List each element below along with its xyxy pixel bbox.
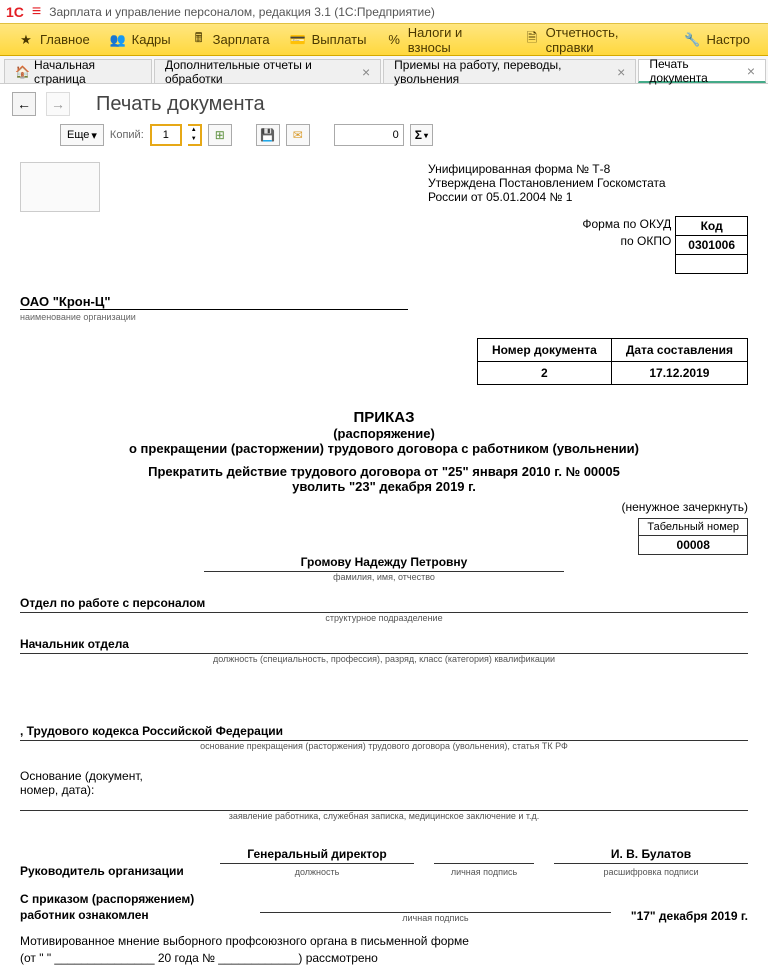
wrench-icon: 🔧 [684,32,700,48]
statement-1: Прекратить действие трудового договора о… [20,464,748,479]
tab-number-block: Табельный номер 00008 [638,518,748,555]
ack-date: "17" декабря 2019 г. [631,909,748,923]
legal-basis: , Трудового кодекса Российской Федерации [20,724,748,741]
close-icon[interactable]: × [362,64,370,80]
kod-labels: Форма по ОКУД по ОКПО [582,216,671,250]
menu-taxes[interactable]: % Налоги и взносы [376,24,514,55]
mgr-sign-caption: личная подпись [451,867,517,877]
more-button[interactable]: Еще ▾ [60,124,104,146]
table-edit-button[interactable]: ⊞ [208,124,232,146]
numeric-input[interactable] [334,124,404,146]
doc-number: 2 [477,362,611,385]
email-button[interactable]: ✉ [286,124,310,146]
okud-value: 0301006 [676,236,748,255]
manager-sign [434,847,534,864]
order-subtitle: (распоряжение) [20,426,748,441]
logo-1c: 1С [6,4,24,20]
menu-label: Выплаты [312,32,367,47]
home-icon: 🏠 [15,65,30,79]
people-icon: 👥 [110,32,126,48]
menu-label: Главное [40,32,90,47]
statement-2: уволить "23" декабря 2019 г. [20,479,748,494]
logo-placeholder [20,162,100,212]
sum-button[interactable]: Σ ▾ [410,124,433,146]
mgr-pos-caption: должность [295,867,340,877]
menu-label: Отчетность, справки [546,25,665,55]
tab-number: 00008 [638,535,748,555]
organization-caption: наименование организации [20,312,748,322]
name-caption: фамилия, имя, отчество [20,572,748,582]
mgr-name-caption: расшифровка подписи [604,867,699,877]
copies-label: Копий: [110,129,144,141]
tab-print[interactable]: Печать документа × [638,59,766,83]
menu-label: Кадры [132,32,171,47]
document-area: Унифицированная форма № Т-8 Утверждена П… [0,154,768,975]
tab-label: Дополнительные отчеты и обработки [165,58,358,86]
position: Начальник отдела [20,637,748,654]
copies-spinner[interactable]: ▲ ▼ [188,124,202,146]
basis-caption: основание прекращения (расторжения) труд… [20,741,748,751]
employee-name: Громову Надежду Петровну [204,555,564,572]
dept-caption: структурное подразделение [20,613,748,623]
tab-label: Печать документа [649,57,743,85]
back-button[interactable]: ← [12,92,36,116]
menu-main[interactable]: ★ Главное [8,24,100,55]
order-title: ПРИКАЗ [20,409,748,426]
union-row: Мотивированное мнение выборного профсоюз… [20,933,748,967]
osnovanie-label: Основание (документ, номер, дата): [20,769,748,797]
docnum-table: Номер документаДата составления 217.12.2… [477,338,748,385]
star-icon: ★ [18,32,34,48]
manager-label: Руководитель организации [20,864,200,878]
sigma-icon: Σ [415,128,422,142]
main-menu: ★ Главное 👥 Кадры 🖩 Зарплата 💳 Выплаты %… [0,24,768,56]
doc-icon: 🗎 [524,32,539,48]
menu-label: Зарплата [213,32,270,47]
calc-icon: 🖩 [191,32,207,48]
osnovanie-line [20,797,748,811]
manager-position: Генеральный директор [220,847,414,864]
chevron-down-icon: ▾ [424,131,428,140]
chevron-down-icon: ▾ [91,129,97,142]
position-caption: должность (специальность, профессия), ра… [20,654,748,664]
copies-input[interactable] [150,124,182,146]
form-standard-header: Унифицированная форма № Т-8 Утверждена П… [428,162,748,204]
ack-text: С приказом (распоряжением) работник озна… [20,892,240,923]
tabs-row: 🏠 Начальная страница Дополнительные отче… [0,56,768,84]
forward-button[interactable]: → [46,92,70,116]
manager-name: И. В. Булатов [554,847,748,864]
close-icon[interactable]: × [617,64,625,80]
menu-label: Настро [706,32,750,47]
ack-sign-line [260,899,611,913]
save-button[interactable]: 💾 [256,124,280,146]
doc-date: 17.12.2019 [611,362,747,385]
menu-zarplata[interactable]: 🖩 Зарплата [181,24,280,55]
kod-table: Код 0301006 [675,216,748,274]
menu-vyplaty[interactable]: 💳 Выплаты [280,24,377,55]
page-title: Печать документа [96,93,265,116]
tab-home[interactable]: 🏠 Начальная страница [4,59,152,83]
organization-name: ОАО "Крон-Ц" [20,294,408,310]
window-title: Зарплата и управление персоналом, редакц… [49,5,435,19]
tab-label: Начальная страница [34,58,141,86]
menu-reports[interactable]: 🗎 Отчетность, справки [514,24,674,55]
tab-hire[interactable]: Приемы на работу, переводы, увольнения × [383,59,636,83]
ack-sign-caption: личная подпись [260,913,611,923]
burger-icon[interactable]: ≡ [32,3,41,21]
strike-note: (ненужное зачеркнуть) [20,500,748,514]
department: Отдел по работе с персоналом [20,596,748,613]
spin-up-icon[interactable]: ▲ [188,126,200,135]
order-desc: о прекращении (расторжении) трудового до… [20,441,748,456]
tab-reports[interactable]: Дополнительные отчеты и обработки × [154,59,381,83]
close-icon[interactable]: × [747,63,755,79]
percent-icon: % [386,32,401,48]
osnovanie-caption: заявление работника, служебная записка, … [20,811,748,821]
menu-label: Налоги и взносы [408,25,505,55]
spin-down-icon[interactable]: ▼ [188,135,200,144]
money-icon: 💳 [290,32,306,48]
menu-settings[interactable]: 🔧 Настро [674,24,760,55]
tab-label: Приемы на работу, переводы, увольнения [394,58,613,86]
more-label: Еще [67,129,89,141]
menu-kadry[interactable]: 👥 Кадры [100,24,181,55]
